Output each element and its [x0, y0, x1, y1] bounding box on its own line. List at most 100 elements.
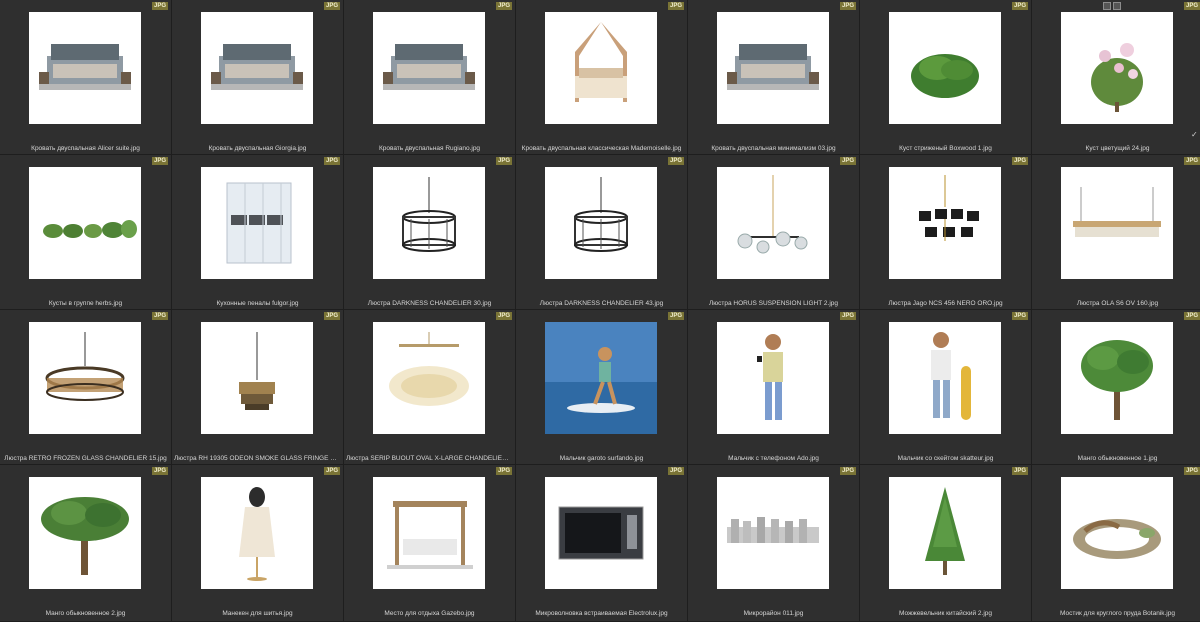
thumbnail-tile[interactable]: JPG Кровать двуспальная классическая Made…: [516, 0, 688, 155]
thumbnail-tile[interactable]: JPG Место для отдыха Gazebo.jpg: [344, 465, 516, 622]
thumbnail-tile[interactable]: JPG Люстра Jago NCS 456 NERO ORO.jpg: [860, 155, 1032, 310]
file-name-label: Мальчик с телефоном Ado.jpg: [728, 455, 819, 462]
bed-thumbnail-image: [201, 12, 313, 124]
file-type-badge: JPG: [151, 157, 168, 165]
kitchen-thumbnail-image: [201, 167, 313, 279]
mannequin-thumbnail-image: [201, 477, 313, 589]
thumbnail-tile[interactable]: JPG Мальчик с телефоном Ado.jpg: [688, 310, 860, 465]
gazebo-thumbnail-image: [373, 477, 485, 589]
file-type-badge: JPG: [667, 312, 684, 320]
herbs-thumbnail-image: [29, 167, 141, 279]
thumbnail-tile[interactable]: JPG Кровать двуспальная Alicer suite.jpg: [0, 0, 172, 155]
file-name-label: Куст стриженый Boxwood 1.jpg: [899, 145, 992, 152]
thumbnail-tile[interactable]: JPG Люстра OLA S6 OV 160.jpg: [1032, 155, 1200, 310]
thumbnail-tile[interactable]: JPG Можжевельник китайский 2.jpg: [860, 465, 1032, 622]
pencil-icon[interactable]: [1113, 2, 1121, 10]
file-type-badge: JPG: [839, 2, 856, 10]
file-type-badge: JPG: [151, 467, 168, 475]
file-type-badge: JPG: [1011, 157, 1028, 165]
file-name-label: Люстра DARKNESS CHANDELIER 43.jpg: [539, 300, 664, 307]
file-name-label: Мальчик со скейтом skatteur.jpg: [897, 455, 994, 462]
thumbnail-tile[interactable]: JPG Кухонные пеналы fulgor.jpg: [172, 155, 344, 310]
file-name-label: Микрорайон 011.jpg: [743, 610, 804, 617]
thumbnail-tile[interactable]: JPG Манго обыкновенное 2.jpg: [0, 465, 172, 622]
file-type-badge: JPG: [667, 157, 684, 165]
file-type-badge: JPG: [1011, 467, 1028, 475]
crystal-chandelier-thumbnail-image: [373, 322, 485, 434]
tree-thumbnail-image: [1061, 322, 1173, 434]
file-type-badge: JPG: [323, 467, 340, 475]
file-type-badge: JPG: [323, 157, 340, 165]
bed-thumbnail-image: [373, 12, 485, 124]
shade-chandelier-thumbnail-image: [889, 167, 1001, 279]
globe-chandelier-thumbnail-image: [717, 167, 829, 279]
thumbnail-grid: JPG Кровать двуспальная Alicer suite.jpg J…: [0, 0, 1200, 622]
file-type-badge: JPG: [151, 312, 168, 320]
person-skate-thumbnail-image: [889, 322, 1001, 434]
thumbnail-tile[interactable]: JPG Мальчик garoto surfando.jpg: [516, 310, 688, 465]
canopy-bed-thumbnail-image: [545, 12, 657, 124]
thumbnail-tile[interactable]: JPG Мальчик со скейтом skatteur.jpg: [860, 310, 1032, 465]
thumbnail-tile[interactable]: JPG Кровать двуспальная Giorgia.jpg: [172, 0, 344, 155]
thumbnail-tile[interactable]: JPG Манекен для шитья.jpg: [172, 465, 344, 622]
file-type-badge: JPG: [151, 2, 168, 10]
thumbnail-tile[interactable]: JPG Люстра RH 19305 ODEON SMOKE GLASS FRI…: [172, 310, 344, 465]
thumbnail-tile[interactable]: JPG Микрорайон 011.jpg: [688, 465, 860, 622]
file-type-badge: JPG: [1011, 2, 1028, 10]
drum-chandelier-thumbnail-image: [545, 167, 657, 279]
fringe-chandelier-thumbnail-image: [201, 322, 313, 434]
thumbnail-tile[interactable]: JPG Кусты в группе herbs.jpg: [0, 155, 172, 310]
file-name-label: Кровать двуспальная Rugiano.jpg: [378, 145, 481, 152]
ring-chandelier-thumbnail-image: [29, 322, 141, 434]
file-name-label: Люстра HORUS SUSPENSION LIGHT 2.jpg: [708, 300, 839, 307]
file-name-label: Люстра RETRO FROZEN GLASS CHANDELIER 15.…: [4, 455, 167, 462]
file-name-label: Кровать двуспальная Giorgia.jpg: [208, 145, 307, 152]
thumbnail-tile[interactable]: JPG Люстра SERIP BUOUT OVAL X-LARGE CHAND…: [344, 310, 516, 465]
person-phone-thumbnail-image: [717, 322, 829, 434]
file-name-label: Люстра Jago NCS 456 NERO ORO.jpg: [888, 300, 1003, 307]
file-type-badge: JPG: [495, 467, 512, 475]
thumbnail-tile[interactable]: JPG Куст цветущий 24.jpg: [1032, 0, 1200, 155]
file-name-label: Мостик для круглого пруда Botanik.jpg: [1060, 610, 1175, 617]
thumbnail-tile[interactable]: JPG Люстра HORUS SUSPENSION LIGHT 2.jpg: [688, 155, 860, 310]
thumbnail-tile[interactable]: JPG Кровать двуспальная минимализм 03.jpg: [688, 0, 860, 155]
thumbnail-tile[interactable]: JPG Кровать двуспальная Rugiano.jpg: [344, 0, 516, 155]
drum-chandelier-thumbnail-image: [373, 167, 485, 279]
file-name-label: Кусты в группе herbs.jpg: [48, 300, 123, 307]
thumbnail-tile[interactable]: JPG Мостик для круглого пруда Botanik.jpg: [1032, 465, 1200, 622]
file-type-badge: JPG: [1183, 157, 1200, 165]
microwave-thumbnail-image: [545, 477, 657, 589]
file-type-badge: JPG: [839, 467, 856, 475]
file-name-label: Кровать двуспальная Alicer suite.jpg: [31, 145, 140, 152]
flower-bush-thumbnail-image: [1061, 12, 1173, 124]
file-name-label: Люстра SERIP BUOUT OVAL X-LARGE CHANDELI…: [346, 455, 515, 462]
file-type-badge: JPG: [1183, 312, 1200, 320]
grid-view-icon[interactable]: [1103, 2, 1111, 10]
thumbnail-tile[interactable]: JPG Люстра RETRO FROZEN GLASS CHANDELIER …: [0, 310, 172, 465]
file-name-label: Место для отдыха Gazebo.jpg: [384, 610, 475, 617]
thumbnail-tile[interactable]: JPG Люстра DARKNESS CHANDELIER 43.jpg: [516, 155, 688, 310]
bush-thumbnail-image: [889, 12, 1001, 124]
file-type-badge: JPG: [495, 157, 512, 165]
file-name-label: Манго обыкновенное 1.jpg: [1077, 455, 1158, 462]
file-type-badge: JPG: [323, 312, 340, 320]
file-type-badge: JPG: [1183, 2, 1200, 10]
file-name-label: Мальчик garoto surfando.jpg: [559, 455, 644, 462]
pond-bridge-thumbnail-image: [1061, 477, 1173, 589]
thumbnail-tile[interactable]: JPG Манго обыкновенное 1.jpg: [1032, 310, 1200, 465]
file-name-label: Манекен для шитья.jpg: [222, 610, 293, 617]
thumbnail-tile[interactable]: JPG Микроволновка встраиваемая Electrolux…: [516, 465, 688, 622]
file-type-badge: JPG: [839, 157, 856, 165]
file-type-badge: JPG: [495, 2, 512, 10]
thumbnail-tile[interactable]: JPG Куст стриженый Boxwood 1.jpg: [860, 0, 1032, 155]
file-name-label: Люстра OLA S6 OV 160.jpg: [1076, 300, 1159, 307]
checkmark-icon[interactable]: ✓: [1191, 131, 1199, 139]
thumbnail-tile[interactable]: JPG Люстра DARKNESS CHANDELIER 30.jpg: [344, 155, 516, 310]
tree-wide-thumbnail-image: [29, 477, 141, 589]
file-name-label: Кровать двуспальная минимализм 03.jpg: [711, 145, 836, 152]
juniper-thumbnail-image: [889, 477, 1001, 589]
file-name-label: Куст цветущий 24.jpg: [1085, 145, 1150, 152]
surfer-thumbnail-image: [545, 322, 657, 434]
file-type-badge: JPG: [1011, 312, 1028, 320]
file-name-label: Кухонные пеналы fulgor.jpg: [216, 300, 299, 307]
